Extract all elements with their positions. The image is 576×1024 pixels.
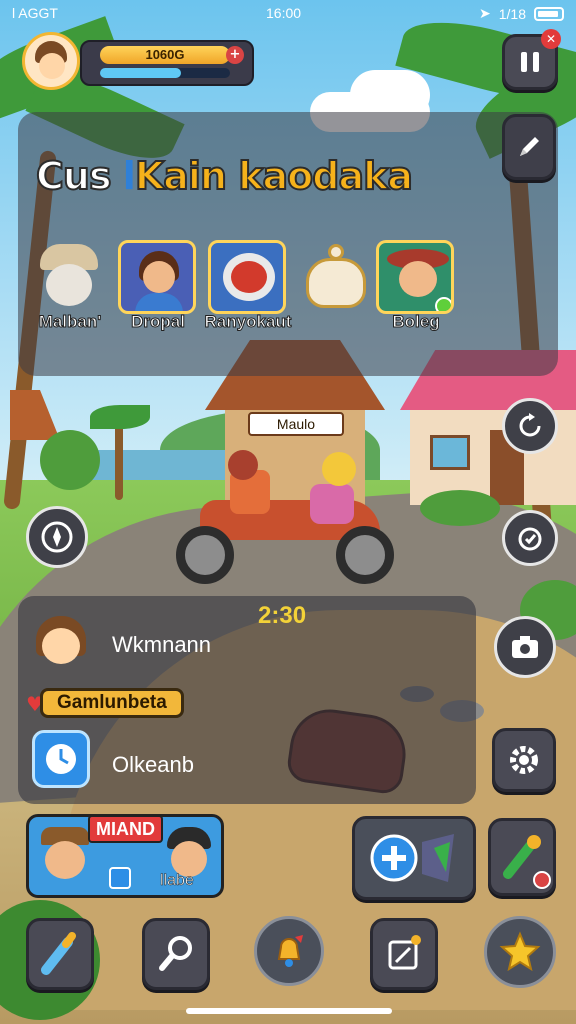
alarm-icon [518,527,542,551]
compass-icon [41,521,73,553]
add-item-button[interactable] [352,816,476,900]
home-indicator[interactable] [186,1008,392,1014]
pencil-tool-icon [41,932,76,975]
mission-npc-name: Wkmnann [112,632,212,657]
character-slot-1[interactable]: Malban' [26,240,114,336]
plus-shield-icon [370,834,454,882]
bell-icon [277,935,303,967]
status-bar: l AGGT 16:00 ➤ 1/18 [0,0,576,26]
character-slot-3[interactable]: Ranyokaut [204,240,292,336]
close-badge-icon[interactable]: ✕ [541,29,561,49]
magnifier-icon [159,936,192,971]
player-avatar[interactable] [22,32,80,90]
magic-wand-button[interactable] [488,818,556,896]
character-slot-5[interactable]: Boleg [372,240,460,336]
character-label: Dropal [131,312,186,332]
title-word-2: Kain [134,153,228,199]
pause-button[interactable]: ✕ [502,29,561,90]
search-tool-button[interactable] [142,918,210,990]
location-icon: ➤ [479,5,491,21]
camera-icon [512,636,538,658]
settings-button[interactable] [492,728,556,792]
notification-dot-icon [533,871,551,889]
add-currency-button[interactable]: + [226,46,244,64]
character-label: Boleg [392,312,440,332]
status-time: 16:00 [266,5,302,21]
map-edit-icon [388,935,421,970]
refresh-button[interactable] [502,398,558,454]
title-word-3: kaodaka [237,153,414,199]
shop-sign: Maulo [248,412,344,436]
palm-frond [90,405,150,429]
food-plate-icon [208,240,286,314]
energy-bar [100,68,230,78]
clock-label: Olkeanb [112,752,194,777]
carrier-label: l AGGT [12,5,58,21]
clock-icon [46,744,76,774]
alarm-button[interactable] [502,510,558,566]
team-label: llabe [160,872,194,890]
favorites-button[interactable] [484,916,556,988]
star-icon [499,931,541,972]
npc-avatar [30,612,94,674]
currency-value: 1060G [145,47,185,62]
pencil-icon [520,137,539,156]
compass-button[interactable] [26,506,88,568]
pencil-badge-icon [109,867,131,889]
player-card[interactable]: 1060G + [22,32,254,90]
map-edit-button[interactable] [370,918,438,990]
character-slot-2[interactable]: Dropal [114,240,202,336]
edit-button[interactable] [502,114,556,180]
clock-button[interactable] [32,730,90,788]
camera-button[interactable] [494,616,556,678]
bush [420,490,500,526]
energy-fill [100,68,181,78]
pencil-tool-button[interactable] [26,918,94,990]
character-label: Ranyokaut [204,312,292,332]
game-title: Cus lKain kaodaka [35,153,414,199]
team-badge: MIAND [88,815,163,843]
refresh-icon [519,413,541,437]
cowgirl-portrait-icon [376,240,454,314]
title-word-1: Cus [35,153,113,199]
battery-icon [534,6,564,21]
network-label: 1/18 [498,5,526,22]
girl-portrait-icon [118,240,196,314]
scooter-riders [170,440,400,590]
mission-tag: Gamlunbeta [40,688,184,718]
team-member-portrait [37,827,93,895]
chef-hat-icon [30,240,108,314]
palm-trunk [115,420,123,500]
teapot-icon [298,240,376,314]
gear-icon [510,746,538,774]
mission-timer: 2:30 [258,602,307,629]
bell-button[interactable] [254,916,324,986]
resource-bar: 1060G + [80,40,254,86]
status-right: ➤ 1/18 [479,5,564,22]
bush [40,430,100,490]
pause-icon [521,52,539,72]
